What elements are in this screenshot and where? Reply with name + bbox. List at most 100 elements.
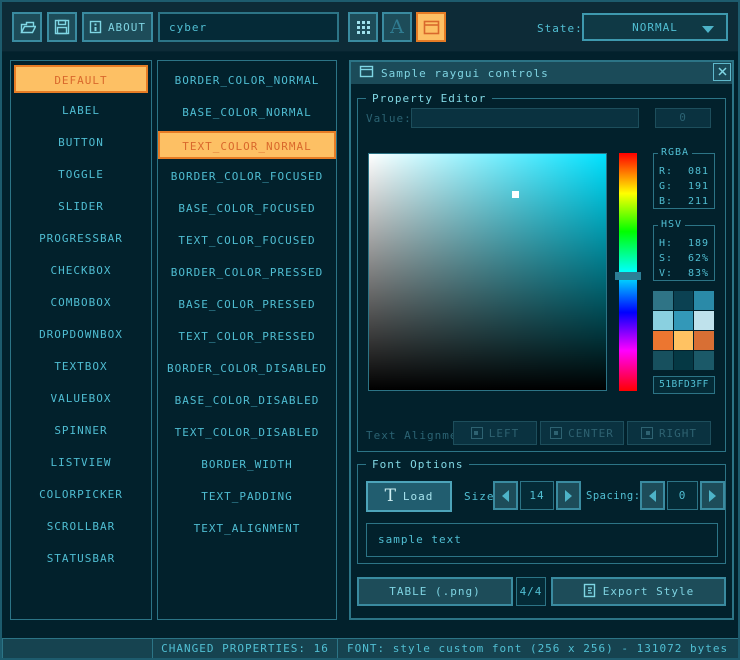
- spacing-decrease-button[interactable]: [640, 481, 665, 510]
- about-button-label: ABOUT: [108, 21, 146, 34]
- window-close-button[interactable]: [713, 63, 731, 81]
- state-dropdown-value: NORMAL: [632, 21, 678, 34]
- style-color-swatch: [674, 351, 694, 370]
- rgba-panel-label: RGBA: [658, 147, 692, 158]
- prop-text-color-normal[interactable]: TEXT_COLOR_NORMAL: [158, 131, 336, 159]
- align-center-button[interactable]: CENTER: [540, 421, 624, 445]
- save-style-button[interactable]: [47, 12, 77, 42]
- size-value[interactable]: 14: [520, 481, 554, 510]
- prop-border-color-focused[interactable]: BORDER_COLOR_FOCUSED: [159, 163, 335, 191]
- prop-base-color-normal[interactable]: BASE_COLOR_NORMAL: [159, 99, 335, 127]
- value-label: Value:: [366, 112, 412, 125]
- g-value: 191: [688, 179, 709, 194]
- list-item-textbox[interactable]: TEXTBOX: [12, 353, 150, 381]
- font-sample-textbox[interactable]: sample text: [366, 523, 718, 557]
- prop-base-color-disabled[interactable]: BASE_COLOR_DISABLED: [159, 387, 335, 415]
- list-item-valuebox[interactable]: VALUEBOX: [12, 385, 150, 413]
- prop-border-color-normal[interactable]: BORDER_COLOR_NORMAL: [159, 67, 335, 95]
- list-item-checkbox[interactable]: CHECKBOX: [12, 257, 150, 285]
- spacing-increase-button[interactable]: [700, 481, 725, 510]
- prop-base-color-focused[interactable]: BASE_COLOR_FOCUSED: [159, 195, 335, 223]
- list-item-dropdownbox[interactable]: DROPDOWNBOX: [12, 321, 150, 349]
- list-item-toggle[interactable]: TOGGLE: [12, 161, 150, 189]
- style-color-table: [653, 291, 714, 370]
- chevron-down-icon: [702, 26, 714, 33]
- font-a-icon: A: [390, 18, 404, 37]
- style-color-swatch: [674, 331, 694, 350]
- page-indicator[interactable]: 4/4: [516, 577, 546, 606]
- s-value: 62%: [688, 251, 709, 266]
- folder-open-icon: [19, 19, 36, 35]
- align-right-button[interactable]: RIGHT: [627, 421, 711, 445]
- grid-icon: [356, 20, 371, 35]
- close-icon: [718, 66, 727, 79]
- align-left-button[interactable]: LEFT: [453, 421, 537, 445]
- size-decrease-button[interactable]: [493, 481, 518, 510]
- status-font-info: FONT: style custom font (256 x 256) - 13…: [337, 638, 740, 660]
- list-item-colorpicker[interactable]: COLORPICKER: [12, 481, 150, 509]
- value-zero-button[interactable]: 0: [655, 108, 711, 128]
- list-item-statusbar[interactable]: STATUSBAR: [12, 545, 150, 573]
- list-item-spinner[interactable]: SPINNER: [12, 417, 150, 445]
- prop-border-color-pressed[interactable]: BORDER_COLOR_PRESSED: [159, 259, 335, 287]
- property-editor-group: Property Editor Value: 0 RGBA R:081 G:19…: [357, 98, 726, 452]
- style-color-swatch: [694, 331, 714, 350]
- color-picker-marker[interactable]: [512, 191, 519, 198]
- export-table-button[interactable]: TABLE (.png): [357, 577, 513, 606]
- triangle-left-icon: [649, 490, 656, 502]
- text-alignment-label: Text Alignmen: [366, 429, 465, 442]
- style-name-input[interactable]: [158, 12, 339, 42]
- properties-list: BORDER_COLOR_NORMAL BASE_COLOR_NORMAL TE…: [157, 60, 337, 620]
- prop-border-width[interactable]: BORDER_WIDTH: [159, 451, 335, 479]
- window-titlebar[interactable]: Sample raygui controls: [351, 62, 732, 84]
- style-color-swatch: [653, 351, 673, 370]
- about-button[interactable]: ABOUT: [82, 12, 153, 42]
- property-value-input[interactable]: [411, 108, 639, 128]
- list-item-listview[interactable]: LISTVIEW: [12, 449, 150, 477]
- export-style-button[interactable]: Export Style: [551, 577, 726, 606]
- style-color-swatch: [694, 291, 714, 310]
- list-item-label[interactable]: LABEL: [12, 97, 150, 125]
- open-style-button[interactable]: [12, 12, 42, 42]
- list-item-progressbar[interactable]: PROGRESSBAR: [12, 225, 150, 253]
- style-color-swatch: [653, 291, 673, 310]
- size-increase-button[interactable]: [556, 481, 581, 510]
- export-table-label: TABLE (.png): [389, 585, 480, 598]
- state-label: State:: [537, 22, 583, 35]
- property-editor-group-label: Property Editor: [366, 92, 492, 105]
- list-item-button[interactable]: BUTTON: [12, 129, 150, 157]
- list-item-scrollbar[interactable]: SCROLLBAR: [12, 513, 150, 541]
- list-item-combobox[interactable]: COMBOBOX: [12, 289, 150, 317]
- toolbar: ABOUT A State: NORMAL: [2, 2, 738, 52]
- hue-slider[interactable]: [619, 153, 637, 391]
- font-load-button[interactable]: T Load: [366, 481, 452, 512]
- prop-text-color-disabled[interactable]: TEXT_COLOR_DISABLED: [159, 419, 335, 447]
- spacing-label: Spacing:: [586, 490, 641, 502]
- list-item-default[interactable]: DEFAULT: [14, 65, 148, 93]
- hex-color-value[interactable]: 51BFD3FF: [653, 376, 715, 394]
- b-value: 211: [688, 194, 709, 209]
- spacing-value[interactable]: 0: [667, 481, 698, 510]
- font-mode-button[interactable]: A: [382, 12, 412, 42]
- window-title: Sample raygui controls: [381, 67, 549, 80]
- align-left-icon: [471, 427, 483, 439]
- list-item-slider[interactable]: SLIDER: [12, 193, 150, 221]
- hue-slider-handle[interactable]: [615, 272, 641, 280]
- prop-text-color-focused[interactable]: TEXT_COLOR_FOCUSED: [159, 227, 335, 255]
- save-icon: [54, 19, 70, 35]
- prop-base-color-pressed[interactable]: BASE_COLOR_PRESSED: [159, 291, 335, 319]
- style-color-swatch: [653, 331, 673, 350]
- hsv-panel: HSV H:189 S:62% V:83%: [653, 225, 715, 281]
- prop-text-padding[interactable]: TEXT_PADDING: [159, 483, 335, 511]
- prop-text-alignment[interactable]: TEXT_ALIGNMENT: [159, 515, 335, 543]
- edit-mode-button[interactable]: [348, 12, 378, 42]
- font-options-group: Font Options T Load Size: 14 Spacing: 0 …: [357, 464, 726, 564]
- info-icon: [89, 20, 102, 34]
- prop-border-color-disabled[interactable]: BORDER_COLOR_DISABLED: [159, 355, 335, 383]
- color-picker-panel[interactable]: [368, 153, 607, 391]
- statusbar: CHANGED PROPERTIES: 16 FONT: style custo…: [2, 638, 740, 660]
- style-table-button[interactable]: [416, 12, 446, 42]
- sample-controls-window: Sample raygui controls Property Editor V…: [349, 60, 734, 620]
- prop-text-color-pressed[interactable]: TEXT_COLOR_PRESSED: [159, 323, 335, 351]
- state-dropdown[interactable]: NORMAL: [582, 13, 728, 41]
